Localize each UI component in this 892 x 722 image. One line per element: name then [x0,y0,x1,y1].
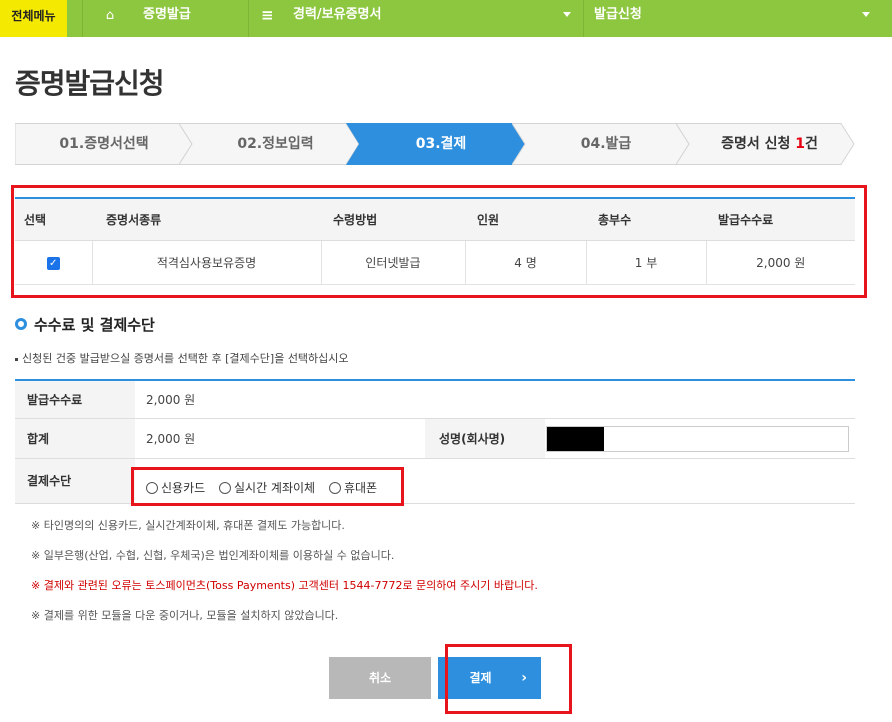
fee-value: 2,000 원 [146,393,196,407]
people-cell: 4 명 [465,240,587,285]
total-value: 2,000 원 [146,432,196,446]
notes-list: ※ 타인명의의 신용카드, 실시간계좌이체, 휴대폰 결제도 가능합니다. ※ … [31,519,538,639]
note-item-warning: ※ 결제와 관련된 오류는 토스페이먼츠(Toss Payments) 고객센터… [31,579,538,592]
fee-label: 발급수수료 [15,381,135,418]
section-bullet-icon [15,318,27,330]
radio-icon[interactable] [219,481,231,494]
select-checkbox[interactable]: ✓ [46,256,60,270]
cancel-button[interactable]: 취소 [329,657,431,699]
step-select-cert: 01.증명서선택 [15,123,193,165]
chevron-down-icon[interactable] [563,12,571,17]
nav-item-cert-issue[interactable]: 증명발급 [143,0,191,32]
step-payment: 03.결제 [346,123,526,165]
select-cell: ✓ [15,240,93,285]
radio-icon[interactable] [146,481,158,494]
receive-method-cell: 인터넷발급 [321,240,466,285]
section-description: 신청된 건중 발급받으실 증명서를 선택한 후 [결제수단]을 선택하십시오 [15,350,349,366]
bullet-icon [15,357,18,361]
column-header: 총부수 [586,198,706,241]
column-header: 수령방법 [321,198,465,241]
nav-item-career-cert[interactable]: 경력/보유증명서 [293,0,381,32]
progress-steps: 01.증명서선택 02.정보입력 03.결제 04.발급 증명서 신청 1건 [15,123,855,165]
note-item: ※ 일부은행(산업, 수협, 신협, 우체국)은 법인계좌이체를 이용하실 수 … [31,549,395,562]
step-request-count: 증명서 신청 1건 [676,123,855,165]
nav-divider [82,0,83,37]
pay-button-label: 결제 [469,671,492,685]
name-label: 성명(회사명) [425,419,545,458]
column-header: 증명서종류 [92,198,321,241]
note-item: ※ 결제를 위한 모듈을 다운 중이거나, 모듈을 설치하지 않았습니다. [31,609,339,622]
step-issue: 04.발급 [512,123,690,165]
chevron-down-icon[interactable] [862,12,870,17]
section-title: 수수료 및 결제수단 [34,316,155,334]
certificate-table: 선택 증명서종류 수령방법 인원 총부수 발급수수료 ✓ 적격심사용보유증명 인… [15,197,855,285]
total-row: 합계 2,000 원 성명(회사명) [15,419,855,459]
home-icon[interactable]: ⌂ [95,0,125,32]
nav-item-issue-request[interactable]: 발급신청 [594,0,642,32]
column-header: 선택 [15,198,92,241]
copies-cell: 1 부 [586,240,707,285]
fee-row: 발급수수료 2,000 원 [15,381,855,419]
page-title: 증명발급신청 [15,67,165,100]
top-navigation: 전체메뉴 ⌂ 증명발급 ≡ 경력/보유증명서 발급신청 [0,0,892,37]
redacted-name [547,427,604,451]
radio-bank-transfer[interactable]: 실시간 계좌이체 [219,479,315,496]
nav-divider [248,0,249,37]
payment-row: 결제수단 [15,459,855,504]
payment-label: 결제수단 [15,459,135,503]
radio-credit-card[interactable]: 신용카드 [146,479,205,496]
fee-cell: 2,000 원 [706,240,855,285]
step-info-input: 02.정보입력 [179,123,360,165]
fee-table: 발급수수료 2,000 원 합계 2,000 원 성명(회사명) 결제수단 [15,379,855,504]
all-menu-button[interactable]: 전체메뉴 [0,0,67,37]
pay-button[interactable]: 결제 › [438,657,541,699]
note-item: ※ 타인명의의 신용카드, 실시간계좌이체, 휴대폰 결제도 가능합니다. [31,519,345,532]
nav-divider [583,0,584,37]
column-header: 인원 [465,198,586,241]
column-header: 발급수수료 [706,198,855,241]
name-field[interactable] [546,426,849,452]
chevron-right-icon: › [521,670,527,686]
cert-type-cell: 적격심사용보유증명 [92,240,322,285]
payment-method-group: 신용카드 실시간 계좌이체 휴대폰 [146,479,387,497]
request-count: 1 [795,136,805,152]
table-row: ✓ 적격심사용보유증명 인터넷발급 4 명 1 부 2,000 원 [15,240,855,285]
hamburger-icon[interactable]: ≡ [261,0,274,32]
table-header-row: 선택 증명서종류 수령방법 인원 총부수 발급수수료 [15,198,855,241]
radio-icon[interactable] [328,481,341,494]
radio-mobile[interactable]: 휴대폰 [328,479,377,496]
total-label: 합계 [15,419,135,458]
